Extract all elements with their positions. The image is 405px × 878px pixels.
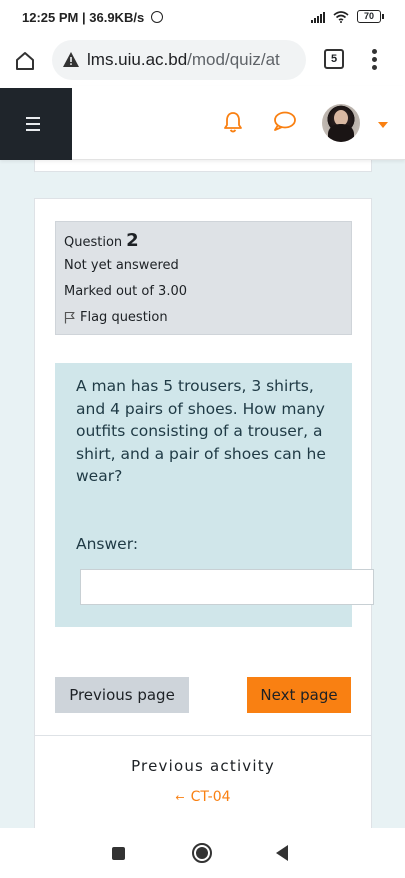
question-card: Question 2 Not yet answered Marked out of… [34, 198, 374, 828]
answer-input[interactable] [80, 569, 374, 605]
previous-activity-link-label[interactable]: CT-04 [191, 789, 231, 805]
home-icon[interactable] [14, 50, 36, 72]
avatar[interactable] [322, 104, 360, 142]
question-info: Question 2 Not yet answered Marked out of… [55, 221, 352, 335]
chat-icon[interactable] [272, 110, 296, 132]
url-text[interactable]: lms.uiu.ac.bd/mod/quiz/at [87, 50, 301, 70]
url-path: /mod/quiz/at [187, 50, 280, 69]
battery-icon: 70 [357, 10, 384, 23]
system-nav-bar [0, 828, 405, 878]
alarm-icon [150, 11, 163, 23]
hamburger-icon[interactable] [0, 88, 72, 160]
status-right: 70 [311, 10, 384, 23]
previous-activity-link[interactable]: ← CT-04 [35, 789, 371, 805]
home-button-icon[interactable] [192, 843, 212, 863]
status-time: 12:25 PM [22, 10, 79, 25]
flag-icon[interactable] [64, 311, 75, 324]
browser-toolbar: lms.uiu.ac.bd/mod/quiz/at 5 [0, 36, 405, 86]
arrow-left-icon: ← [175, 791, 185, 804]
next-page-button[interactable]: Next page [247, 677, 351, 713]
question-number-value: 2 [126, 230, 139, 251]
question-state: Not yet answered [64, 258, 179, 273]
tab-switcher-button[interactable]: 5 [324, 49, 344, 69]
chevron-down-icon[interactable] [378, 122, 388, 128]
site-navbar [0, 86, 405, 160]
signal-icon [311, 11, 325, 23]
previous-activity-heading: Previous activity [131, 757, 275, 775]
divider [35, 735, 371, 736]
question-content: A man has 5 trousers, 3 shirts, and 4 pa… [55, 363, 374, 627]
status-network-speed: 36.9KB/s [89, 10, 145, 25]
flag-question-link[interactable]: Flag question [64, 310, 168, 325]
bell-icon[interactable] [222, 110, 244, 134]
address-bar[interactable]: lms.uiu.ac.bd/mod/quiz/at [52, 40, 306, 80]
back-icon[interactable] [276, 845, 288, 861]
url-host: lms.uiu.ac.bd [87, 50, 188, 69]
status-left: 12:25 PM | 36.9KB/s [22, 10, 163, 25]
question-label: Question [64, 235, 123, 250]
question-text: A man has 5 trousers, 3 shirts, and 4 pa… [76, 377, 326, 485]
wifi-icon [333, 10, 349, 23]
warning-icon[interactable] [62, 51, 80, 69]
question-number: Question 2 [64, 230, 139, 251]
flag-question-label[interactable]: Flag question [80, 310, 168, 325]
previous-page-button[interactable]: Previous page [55, 677, 189, 713]
page-content: Question 2 Not yet answered Marked out of… [0, 160, 405, 828]
recents-icon[interactable] [112, 847, 125, 860]
status-bar: 12:25 PM | 36.9KB/s 70 [0, 0, 405, 36]
browser-menu-icon[interactable] [372, 49, 378, 71]
question-marks: Marked out of 3.00 [64, 284, 188, 299]
answer-label: Answer: [76, 535, 139, 553]
previous-card [34, 160, 372, 172]
